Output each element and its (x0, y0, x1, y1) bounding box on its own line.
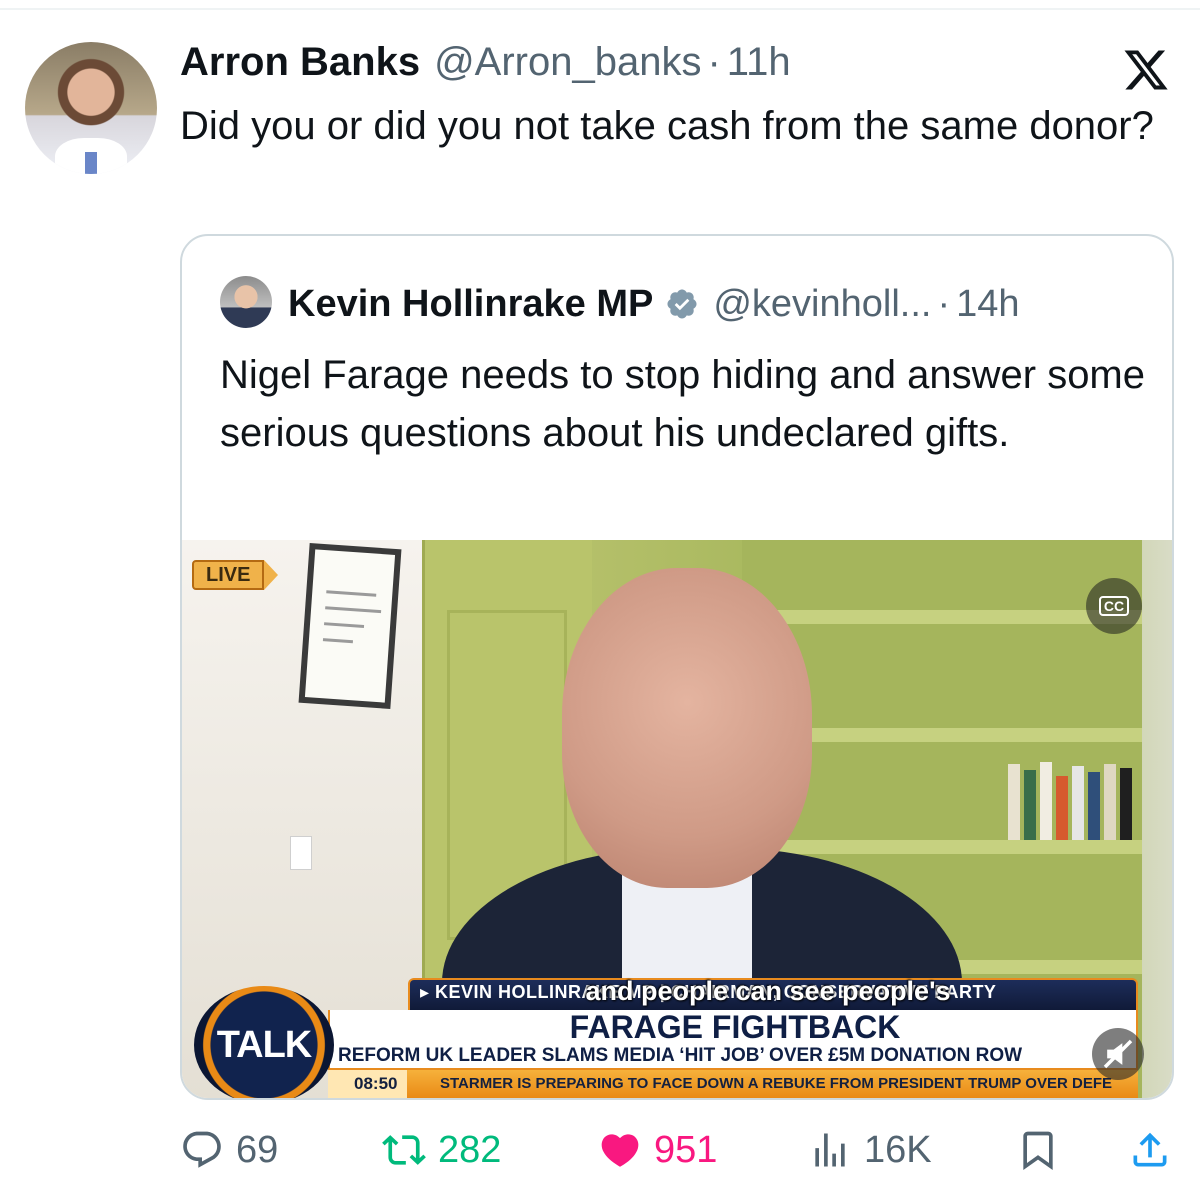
quoted-author-name[interactable]: Kevin Hollinrake MP (288, 283, 653, 326)
live-badge: LIVE (192, 560, 296, 590)
bookmark-icon (1023, 1131, 1053, 1171)
video-caption: and people can see people's (585, 976, 951, 1006)
tweet-header: Arron Banks @Arron_banks · 11h (180, 40, 791, 88)
like-button[interactable]: 951 (598, 1120, 717, 1180)
share-button[interactable] (1128, 1120, 1172, 1180)
ticker-time: 08:50 (328, 1070, 408, 1098)
like-count: 951 (654, 1128, 718, 1171)
tweet-timestamp[interactable]: 11h (727, 40, 791, 85)
talk-channel-logo: TALK (194, 986, 334, 1098)
quoted-tweet-header: Kevin Hollinrake MP @kevinholl... · 14h (288, 276, 1020, 332)
mute-button[interactable] (1092, 1028, 1144, 1080)
tweet-actions: 69 282 951 16K (180, 1120, 1174, 1180)
share-icon (1133, 1132, 1167, 1167)
subheadline-text: REFORM UK LEADER SLAMS MEDIA ‘HIT JOB’ O… (338, 1045, 1023, 1066)
verified-badge-icon (667, 289, 697, 319)
news-ticker: 08:50 STARMER IS PREPARING TO FACE DOWN … (328, 1070, 1138, 1098)
views-count: 16K (864, 1128, 932, 1171)
author-name[interactable]: Arron Banks (180, 40, 420, 85)
wall-frame (298, 542, 402, 710)
quoted-tweet-text: Nigel Farage needs to stop hiding and an… (220, 353, 1145, 455)
separator-dot: · (707, 40, 721, 84)
headline-text: FARAGE FIGHTBACK (569, 1009, 901, 1045)
author-avatar[interactable] (25, 42, 157, 174)
x-logo-icon (1124, 50, 1168, 90)
retweet-icon (382, 1135, 426, 1165)
reply-button[interactable]: 69 (180, 1120, 278, 1180)
tweet-text: Did you or did you not take cash from th… (180, 104, 1154, 148)
views-icon (815, 1133, 845, 1167)
headline-strap: FARAGE FIGHTBACK REFORM UK LEADER SLAMS … (328, 1010, 1138, 1070)
quoted-tweet-card[interactable]: Kevin Hollinrake MP @kevinholl... · 14h … (180, 234, 1174, 1100)
views-button[interactable]: 16K (808, 1120, 932, 1180)
quoted-author-avatar[interactable] (220, 276, 272, 328)
quoted-timestamp[interactable]: 14h (956, 283, 1019, 326)
cc-icon: CC (1098, 596, 1130, 616)
news-lower-third: ▸ KEVIN HOLLINRAKE MP | CHAIRMAN, CONSER… (182, 968, 1172, 1098)
top-divider (0, 8, 1200, 10)
video-player[interactable]: LIVE CC ▸ KEVIN HOLLINRAKE MP | CHAIRMAN… (182, 540, 1172, 1098)
reply-count: 69 (236, 1128, 279, 1171)
reply-icon (183, 1131, 221, 1168)
closed-captions-button[interactable]: CC (1086, 578, 1142, 634)
muted-speaker-icon (1103, 1039, 1133, 1069)
bookmark-button[interactable] (1016, 1120, 1060, 1180)
author-handle[interactable]: @Arron_banks (434, 40, 701, 85)
avatar-tie (85, 152, 97, 174)
heart-icon (601, 1134, 639, 1167)
light-switch (290, 836, 312, 870)
quoted-author-handle[interactable]: @kevinholl... (713, 283, 931, 326)
separator-dot: · (937, 282, 951, 325)
ticker-text: STARMER IS PREPARING TO FACE DOWN A REBU… (440, 1075, 1112, 1092)
retweet-button[interactable]: 282 (382, 1120, 501, 1180)
retweet-count: 282 (438, 1128, 502, 1171)
